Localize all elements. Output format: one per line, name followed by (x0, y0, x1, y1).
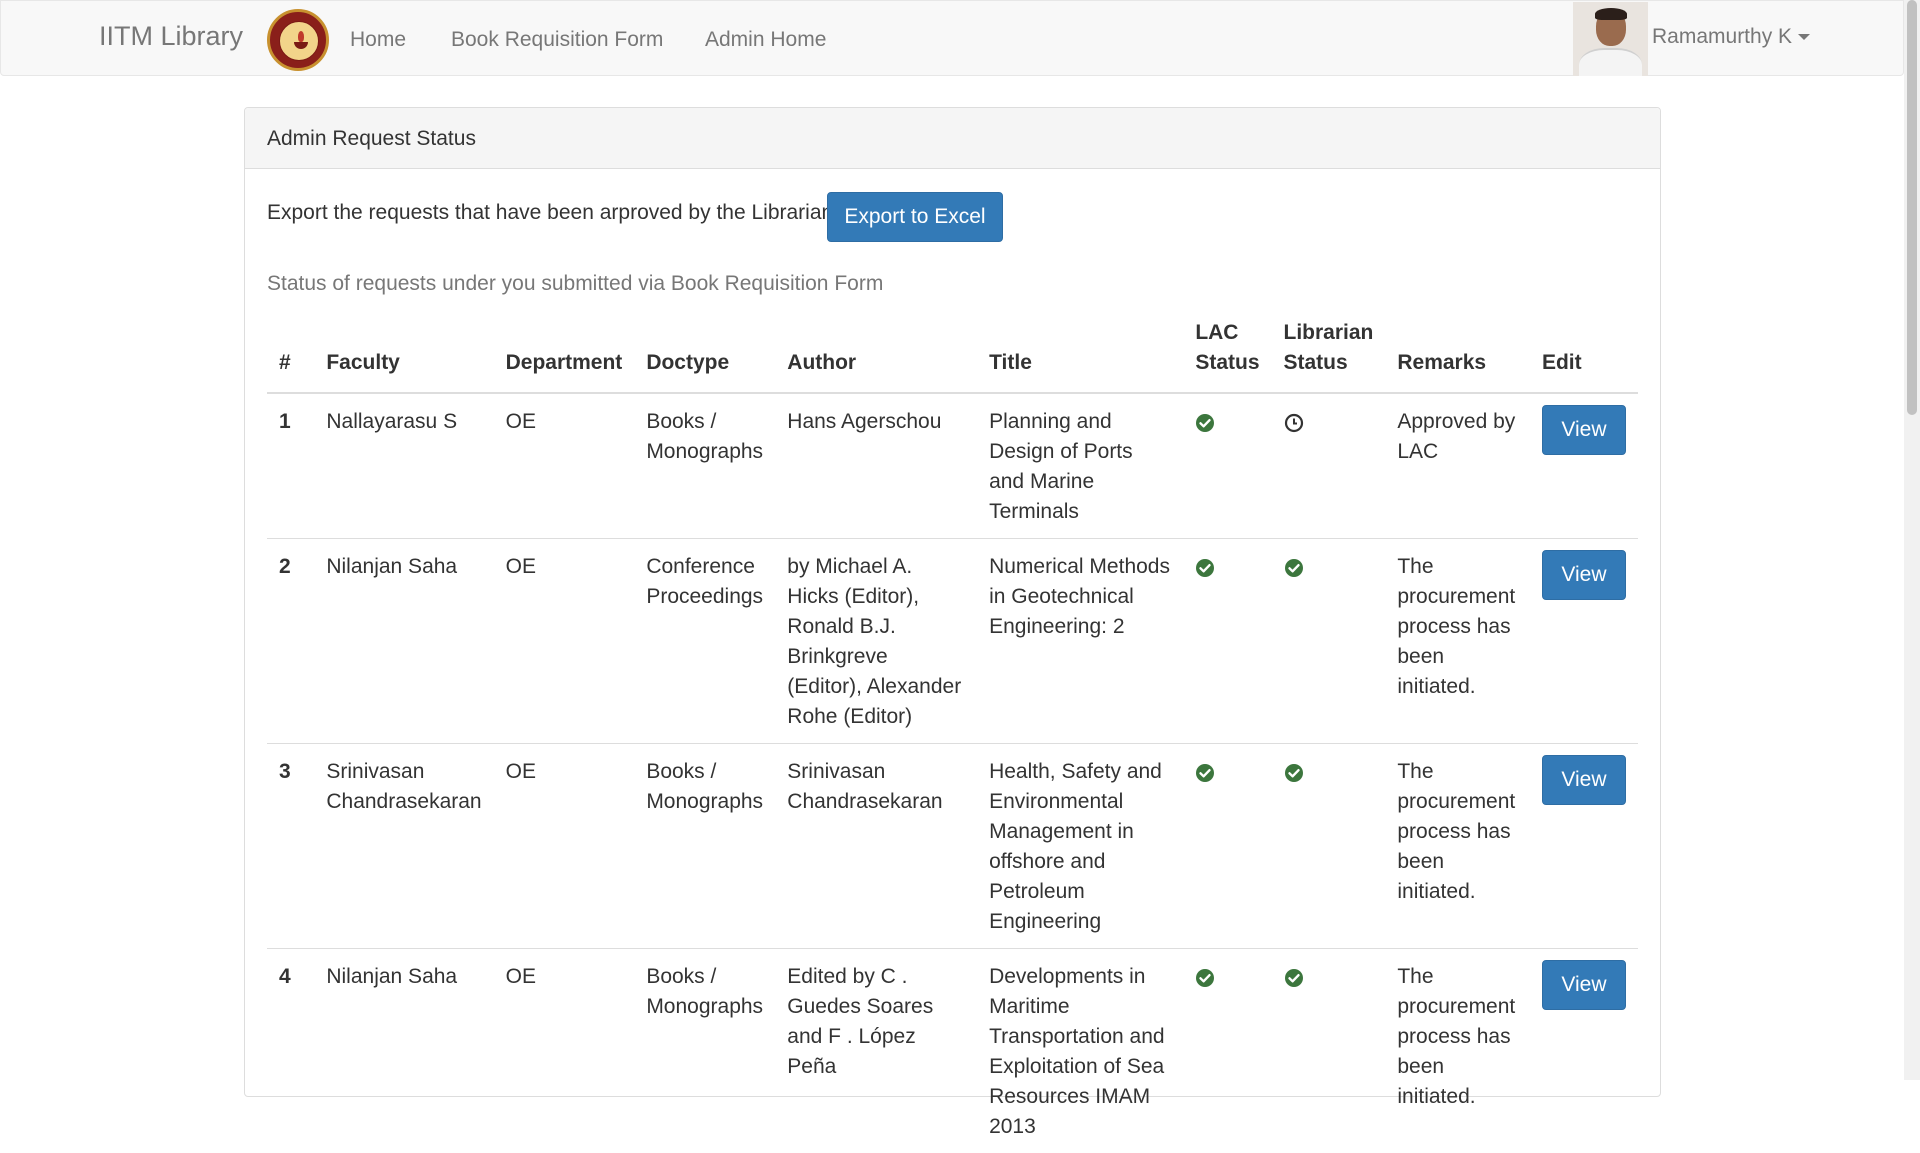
doctype-cell: Books / Monographs (634, 393, 775, 539)
title-cell: Planning and Design of Ports and Marine … (977, 393, 1183, 539)
faculty-cell: Nilanjan Saha (314, 949, 493, 1153)
doctype-cell: Books / Monographs (634, 744, 775, 949)
remarks-cell: Approved by LAC (1385, 393, 1530, 539)
lac-status-cell (1183, 949, 1271, 1153)
title-cell: Numerical Methods in Geotechnical Engine… (977, 539, 1183, 744)
export-to-excel-button[interactable]: Export to Excel (827, 192, 1003, 242)
header-number: # (267, 318, 314, 393)
edit-cell: View (1530, 539, 1638, 744)
nav-home[interactable]: Home (350, 28, 406, 52)
remarks-cell: The procurement process has been initiat… (1385, 539, 1530, 744)
table-row: 4Nilanjan SahaOEBooks / MonographsEdited… (267, 949, 1638, 1153)
department-cell: OE (494, 539, 635, 744)
author-cell: Edited by C . Guedes Soares and F . Lópe… (775, 949, 977, 1153)
header-lac-status: LAC Status (1183, 318, 1271, 393)
admin-request-panel: Admin Request Status Export the requests… (244, 107, 1661, 1097)
export-description: Export the requests that have been arpro… (267, 201, 833, 225)
faculty-cell: Srinivasan Chandrasekaran (314, 744, 493, 949)
caret-down-icon (1798, 34, 1810, 40)
row-number: 3 (267, 744, 314, 949)
faculty-cell: Nallayarasu S (314, 393, 493, 539)
scroll-thumb[interactable] (1907, 0, 1917, 415)
nav-admin-home[interactable]: Admin Home (705, 28, 826, 52)
edit-cell: View (1530, 393, 1638, 539)
view-button[interactable]: View (1542, 405, 1626, 455)
header-author: Author (775, 318, 977, 393)
lac-status-cell (1183, 744, 1271, 949)
edit-cell: View (1530, 949, 1638, 1153)
check-circle-icon (1284, 967, 1304, 987)
navbar: IITM Library Home Book Requisition Form … (0, 0, 1904, 76)
header-title: Title (977, 318, 1183, 393)
author-cell: Hans Agerschou (775, 393, 977, 539)
table-header-row: # Faculty Department Doctype Author Titl… (267, 318, 1638, 393)
page-scrollbar[interactable] (1904, 0, 1920, 1080)
remarks-cell: The procurement process has been initiat… (1385, 949, 1530, 1153)
avatar[interactable] (1573, 2, 1648, 76)
requests-table: # Faculty Department Doctype Author Titl… (267, 318, 1638, 1153)
view-button[interactable]: View (1542, 755, 1626, 805)
department-cell: OE (494, 744, 635, 949)
nav-book-requisition-form[interactable]: Book Requisition Form (451, 28, 663, 52)
header-remarks: Remarks (1385, 318, 1530, 393)
brand-link[interactable]: IITM Library (99, 21, 243, 52)
title-cell: Health, Safety and Environmental Managem… (977, 744, 1183, 949)
iitm-logo (267, 9, 329, 71)
librarian-status-cell (1272, 393, 1386, 539)
check-circle-icon (1195, 412, 1215, 432)
view-button[interactable]: View (1542, 550, 1626, 600)
header-edit: Edit (1530, 318, 1638, 393)
table-row: 1Nallayarasu SOEBooks / MonographsHans A… (267, 393, 1638, 539)
remarks-cell: The procurement process has been initiat… (1385, 744, 1530, 949)
edit-cell: View (1530, 744, 1638, 949)
lac-status-cell (1183, 393, 1271, 539)
header-librarian-status: Librarian Status (1272, 318, 1386, 393)
row-number: 1 (267, 393, 314, 539)
librarian-status-cell (1272, 539, 1386, 744)
doctype-cell: Books / Monographs (634, 949, 775, 1153)
check-circle-icon (1195, 967, 1215, 987)
doctype-cell: Conference Proceedings (634, 539, 775, 744)
title-cell: Developments in Maritime Transportation … (977, 949, 1183, 1153)
librarian-status-cell (1272, 744, 1386, 949)
header-department: Department (494, 318, 635, 393)
author-cell: by Michael A. Hicks (Editor), Ronald B.J… (775, 539, 977, 744)
faculty-cell: Nilanjan Saha (314, 539, 493, 744)
user-name: Ramamurthy K (1652, 25, 1792, 48)
department-cell: OE (494, 393, 635, 539)
check-circle-icon (1284, 557, 1304, 577)
header-doctype: Doctype (634, 318, 775, 393)
librarian-status-cell (1272, 949, 1386, 1153)
table-row: 3Srinivasan ChandrasekaranOEBooks / Mono… (267, 744, 1638, 949)
user-menu[interactable]: Ramamurthy K (1652, 25, 1810, 49)
lac-status-cell (1183, 539, 1271, 744)
panel-heading: Admin Request Status (245, 108, 1660, 169)
header-faculty: Faculty (314, 318, 493, 393)
check-circle-icon (1195, 762, 1215, 782)
row-number: 4 (267, 949, 314, 1153)
view-button[interactable]: View (1542, 960, 1626, 1010)
check-circle-icon (1284, 762, 1304, 782)
row-number: 2 (267, 539, 314, 744)
check-circle-icon (1195, 557, 1215, 577)
department-cell: OE (494, 949, 635, 1153)
clock-icon (1284, 412, 1304, 432)
author-cell: Srinivasan Chandrasekaran (775, 744, 977, 949)
status-description: Status of requests under you submitted v… (267, 272, 883, 296)
table-row: 2Nilanjan SahaOEConference Proceedingsby… (267, 539, 1638, 744)
